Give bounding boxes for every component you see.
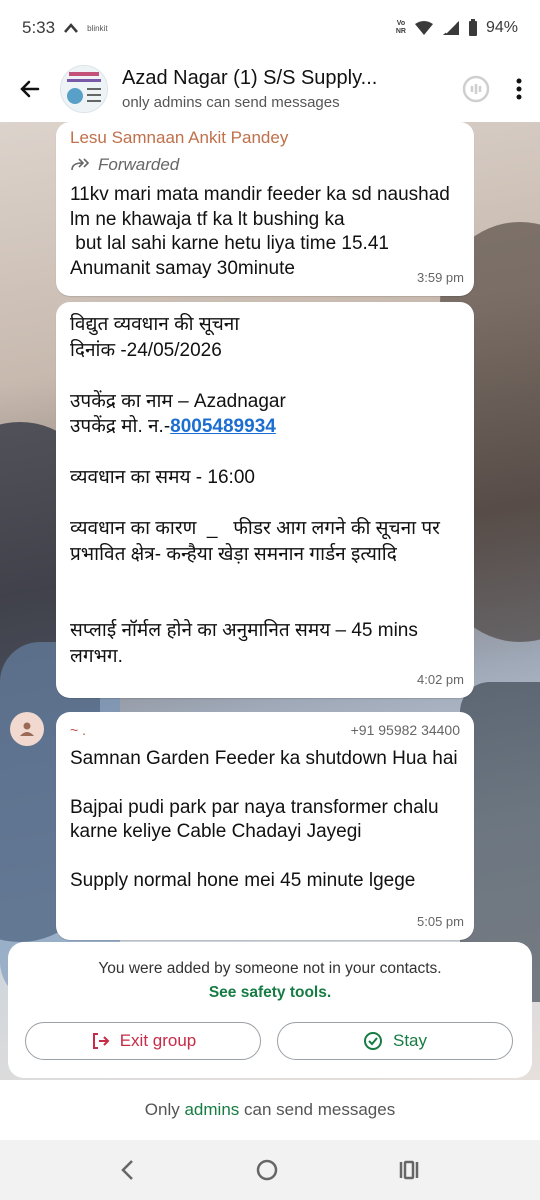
exit-group-button[interactable]: Exit group bbox=[25, 1022, 261, 1060]
message-time: 3:59 pm bbox=[417, 269, 464, 285]
sender-name: ~ . bbox=[70, 722, 86, 738]
message-text: 11kv mari mata mandir feeder ka sd naush… bbox=[70, 184, 450, 279]
forward-icon bbox=[71, 158, 90, 170]
status-bar: 5:33 blinkit Vo NR 94% bbox=[0, 0, 540, 56]
exit-icon bbox=[92, 1033, 110, 1049]
message-bubble[interactable]: Lesu Samnaan Ankit Pandey Forwarded 11kv… bbox=[56, 122, 474, 296]
sender-phone: +91 95982 34400 bbox=[350, 722, 460, 738]
message-text: Samnan Garden Feeder ka shutdown Hua hai… bbox=[70, 747, 458, 892]
message-spacer bbox=[70, 593, 460, 619]
message-line: सप्लाई नॉर्मल होने का अनुमानित समय – 45 … bbox=[70, 620, 424, 667]
chat-header: Azad Nagar (1) S/S Supply... only admins… bbox=[0, 56, 540, 122]
sender-avatar[interactable] bbox=[10, 712, 44, 746]
caret-up-icon bbox=[64, 23, 79, 33]
message-time: 4:02 pm bbox=[417, 671, 464, 687]
recents-nav-icon[interactable] bbox=[398, 1159, 420, 1181]
sender-name: Lesu Samnaan Ankit Pandey bbox=[70, 128, 289, 147]
battery-percent: 94% bbox=[485, 19, 518, 36]
footer-prefix: Only bbox=[144, 1100, 180, 1119]
forwarded-text: Forwarded bbox=[98, 154, 180, 174]
navigation-bar bbox=[0, 1140, 540, 1200]
message-line-prefix: उपकेंद्र मो. न.- bbox=[70, 416, 171, 437]
message-spacer bbox=[70, 491, 460, 517]
message-bubble[interactable]: ~ . +91 95982 34400 Samnan Garden Feeder… bbox=[56, 712, 474, 940]
message-line: दिनांक -24/05/2026 bbox=[70, 339, 222, 361]
admin-only-footer: Only admins can send messages bbox=[0, 1080, 540, 1140]
phone-link[interactable]: 8005489934 bbox=[170, 416, 276, 437]
group-info[interactable]: Azad Nagar (1) S/S Supply... only admins… bbox=[122, 67, 462, 111]
back-arrow-icon bbox=[20, 80, 40, 98]
message-line: व्यवधान का कारण _ फीडर आग लगने की सूचना … bbox=[70, 518, 440, 539]
group-avatar-image bbox=[61, 66, 107, 112]
message-line: प्रभावित क्षेत्र- कन्हैया खेड़ा समनान गा… bbox=[70, 543, 397, 565]
voice-chat-icon[interactable] bbox=[462, 75, 490, 103]
stay-label: Stay bbox=[392, 1031, 428, 1050]
message-bubble[interactable]: विद्युत व्यवधान की सूचना दिनांक -24/05/2… bbox=[56, 302, 474, 698]
chat-area[interactable]: Lesu Samnaan Ankit Pandey Forwarded 11kv… bbox=[0, 122, 540, 1080]
safety-notice: You were added by someone not in your co… bbox=[98, 960, 442, 977]
safety-tools-link[interactable]: See safety tools. bbox=[8, 984, 532, 1002]
admins-link[interactable]: admins bbox=[184, 1100, 239, 1120]
message-spacer bbox=[70, 363, 460, 389]
more-options-icon[interactable] bbox=[516, 77, 522, 101]
message-line: उपकेंद्र मो. न.-8005489934 bbox=[70, 414, 460, 440]
message-line: व्यवधान का समय - 16:00 bbox=[70, 467, 255, 488]
home-nav-icon[interactable] bbox=[256, 1159, 278, 1181]
forwarded-label: Forwarded bbox=[70, 153, 460, 178]
message-line: विद्युत व्यवधान की सूचना bbox=[70, 314, 240, 335]
notification-app-label: blinkit bbox=[87, 23, 108, 33]
exit-group-label: Exit group bbox=[119, 1031, 197, 1050]
volte-icon: Vo NR bbox=[395, 20, 406, 35]
message-line: उपकेंद्र का नाम – Azadnagar bbox=[70, 390, 286, 412]
check-circle-icon bbox=[363, 1032, 382, 1050]
back-button[interactable] bbox=[0, 77, 60, 101]
group-avatar[interactable] bbox=[60, 65, 108, 113]
stay-button[interactable]: Stay bbox=[277, 1022, 513, 1060]
safety-card: You were added by someone not in your co… bbox=[8, 942, 532, 1078]
message-spacer bbox=[70, 440, 460, 466]
message-spacer bbox=[70, 567, 460, 593]
group-subtitle: only admins can send messages bbox=[122, 94, 340, 111]
group-title: Azad Nagar (1) S/S Supply... bbox=[122, 67, 378, 89]
sender-row: ~ . +91 95982 34400 bbox=[70, 718, 460, 743]
battery-icon bbox=[468, 19, 477, 36]
back-nav-icon[interactable] bbox=[120, 1159, 136, 1181]
status-time: 5:33 bbox=[22, 18, 56, 37]
wifi-icon bbox=[414, 21, 433, 35]
message-time: 5:05 pm bbox=[417, 913, 464, 929]
signal-icon bbox=[442, 21, 459, 35]
footer-suffix: can send messages bbox=[244, 1100, 396, 1119]
person-icon bbox=[20, 722, 34, 736]
